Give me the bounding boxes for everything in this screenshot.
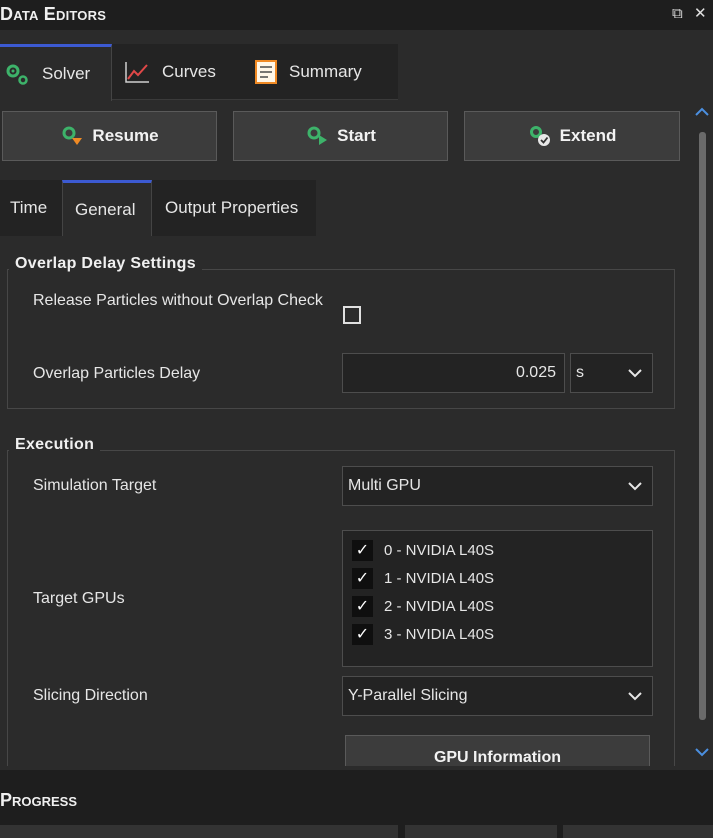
progress-panel: Progress bbox=[0, 770, 713, 838]
panel-title: Data Editors bbox=[0, 4, 107, 24]
simulation-target-value: Multi GPU bbox=[348, 477, 421, 494]
scroll-up-icon[interactable] bbox=[694, 104, 710, 120]
start-button[interactable]: Start bbox=[233, 111, 448, 161]
general-settings-content: Overlap Delay Settings Release Particles… bbox=[0, 236, 690, 766]
settings-tab-bar: Time General Output Properties bbox=[0, 180, 316, 237]
resume-button[interactable]: Resume bbox=[2, 111, 217, 161]
gpu-label: 2 - NVIDIA L40S bbox=[384, 597, 495, 615]
scroll-down-icon[interactable] bbox=[694, 744, 710, 760]
panel-title-bar: Data Editors ⧉ ✕ bbox=[0, 0, 713, 30]
tab-summary[interactable]: Summary bbox=[255, 44, 362, 100]
release-particles-checkbox[interactable] bbox=[343, 306, 361, 324]
gpu-item[interactable]: ✓ 3 - NVIDIA L40S bbox=[352, 623, 494, 645]
slicing-direction-select[interactable]: Y-Parallel Slicing bbox=[342, 676, 653, 716]
overlap-delay-input[interactable]: 0.025 bbox=[342, 353, 565, 393]
chevron-down-icon bbox=[628, 369, 642, 378]
execution-title: Execution bbox=[9, 436, 101, 454]
progress-strip bbox=[0, 825, 398, 838]
summary-document-icon bbox=[255, 60, 277, 84]
simulation-target-label: Simulation Target bbox=[33, 477, 157, 494]
chevron-down-icon bbox=[628, 482, 642, 491]
gpu-item[interactable]: ✓ 1 - NVIDIA L40S bbox=[352, 567, 494, 589]
release-particles-label: Release Particles without Overlap Check bbox=[33, 292, 323, 309]
gpu-item[interactable]: ✓ 2 - NVIDIA L40S bbox=[352, 595, 494, 617]
gpu-information-button[interactable]: GPU Information bbox=[345, 735, 650, 766]
extend-label: Extend bbox=[559, 126, 617, 145]
tab-time-label: Time bbox=[10, 198, 48, 217]
overlap-delay-unit-select[interactable]: s bbox=[570, 353, 653, 393]
gpu-checkbox-checked[interactable]: ✓ bbox=[352, 567, 373, 589]
extend-gear-icon bbox=[529, 126, 550, 146]
target-gpus-label: Target GPUs bbox=[33, 590, 125, 607]
overlap-delay-unit-value: s bbox=[576, 364, 584, 381]
overlap-delay-label: Overlap Particles Delay bbox=[33, 365, 201, 382]
gpu-item[interactable]: ✓ 0 - NVIDIA L40S bbox=[352, 539, 494, 561]
extend-button[interactable]: Extend bbox=[464, 111, 680, 161]
start-label: Start bbox=[337, 126, 376, 145]
start-gear-icon bbox=[307, 126, 328, 145]
gears-icon bbox=[6, 64, 28, 85]
tab-output-properties-label: Output Properties bbox=[165, 198, 299, 217]
progress-strip bbox=[563, 825, 713, 838]
gpu-label: 1 - NVIDIA L40S bbox=[384, 569, 495, 587]
slicing-direction-value: Y-Parallel Slicing bbox=[348, 687, 468, 704]
solver-tab-bar: Solver Curves Summary bbox=[0, 44, 398, 101]
overlap-delay-title: Overlap Delay Settings bbox=[9, 255, 202, 273]
tab-time[interactable]: Time bbox=[10, 180, 47, 236]
vertical-scrollbar[interactable] bbox=[692, 100, 712, 766]
gpu-checkbox-checked[interactable]: ✓ bbox=[352, 623, 373, 645]
gpu-checkbox-checked[interactable]: ✓ bbox=[352, 595, 373, 617]
gpu-information-label: GPU Information bbox=[433, 749, 562, 766]
progress-title: Progress bbox=[0, 790, 78, 810]
resume-gear-icon bbox=[62, 126, 83, 145]
slicing-direction-label: Slicing Direction bbox=[33, 687, 148, 704]
tab-solver-label: Solver bbox=[42, 64, 91, 83]
close-icon[interactable]: ✕ bbox=[694, 5, 707, 23]
gpu-checkbox-checked[interactable]: ✓ bbox=[352, 539, 373, 561]
tab-solver[interactable]: Solver bbox=[0, 44, 112, 101]
line-chart-icon bbox=[125, 62, 149, 83]
tab-general-label: General bbox=[75, 200, 136, 219]
gpu-label: 0 - NVIDIA L40S bbox=[384, 541, 495, 559]
target-gpus-list: ✓ 0 - NVIDIA L40S ✓ 1 - NVIDIA L40S ✓ 2 … bbox=[342, 530, 653, 667]
simulation-target-select[interactable]: Multi GPU bbox=[342, 466, 653, 506]
overlap-delay-value: 0.025 bbox=[515, 364, 556, 381]
resume-label: Resume bbox=[92, 126, 159, 145]
scroll-thumb[interactable] bbox=[699, 132, 706, 720]
tab-curves-label: Curves bbox=[162, 62, 216, 81]
tab-summary-label: Summary bbox=[289, 62, 362, 81]
tab-general[interactable]: General bbox=[62, 180, 152, 237]
tab-output-properties[interactable]: Output Properties bbox=[165, 180, 298, 236]
float-window-icon[interactable]: ⧉ bbox=[672, 5, 683, 23]
chevron-down-icon bbox=[628, 692, 642, 701]
progress-strip bbox=[405, 825, 557, 838]
gpu-label: 3 - NVIDIA L40S bbox=[384, 625, 495, 643]
tab-curves[interactable]: Curves bbox=[124, 44, 216, 100]
